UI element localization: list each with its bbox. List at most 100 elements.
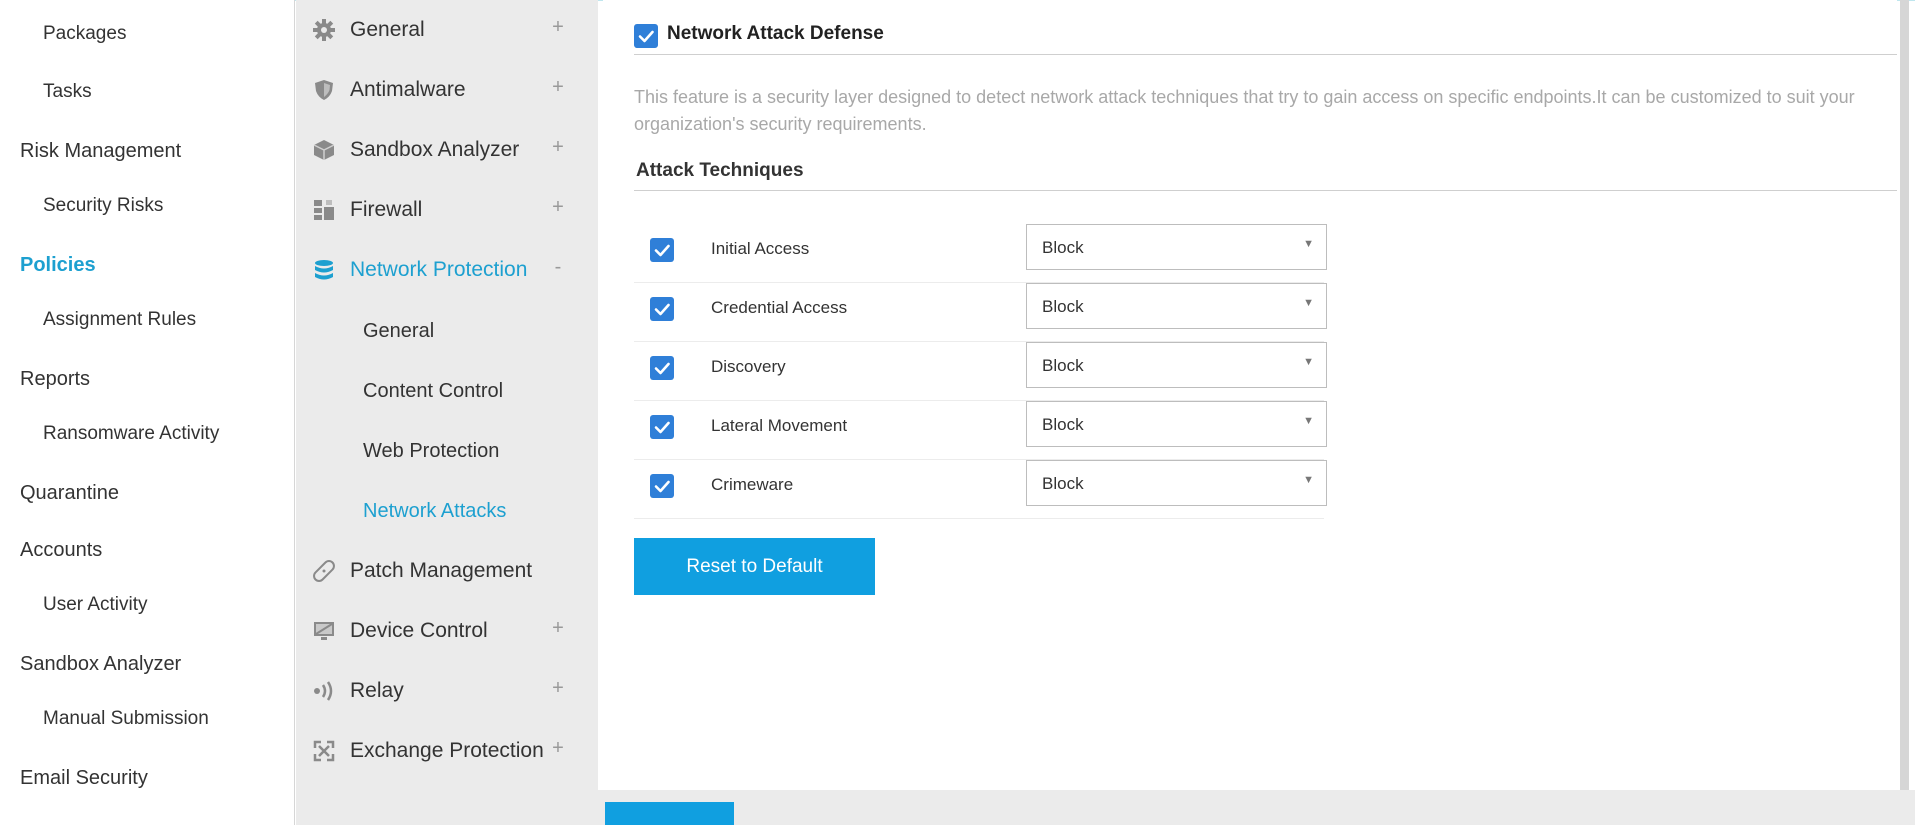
subsection-content-control[interactable]: Content Control: [363, 380, 503, 403]
expand-icon[interactable]: +: [549, 76, 567, 99]
technique-checkbox[interactable]: [650, 297, 674, 321]
select-value: Block: [1042, 238, 1084, 257]
section-label: Antimalware: [350, 78, 466, 101]
checkmark-icon: [634, 24, 658, 48]
technique-checkbox[interactable]: [650, 238, 674, 262]
subsection-network-attacks[interactable]: Network Attacks: [363, 500, 506, 523]
dropdown-arrow-icon: ▼: [1303, 415, 1314, 427]
nav-item-policies[interactable]: Policies: [20, 254, 96, 277]
technique-checkbox[interactable]: [650, 474, 674, 498]
firewall-icon: [313, 199, 335, 221]
broadcast-icon: [313, 680, 335, 702]
technique-row: Credential Access Block ▼: [634, 283, 1327, 342]
subsection-general[interactable]: General: [363, 320, 434, 343]
section-sandbox-analyzer[interactable]: Sandbox Analyzer +: [296, 128, 584, 172]
expand-icon[interactable]: +: [549, 737, 567, 760]
expand-icon[interactable]: +: [549, 136, 567, 159]
nav-item-sandbox-analyzer[interactable]: Sandbox Analyzer: [20, 653, 181, 676]
section-relay[interactable]: Relay +: [296, 669, 584, 713]
bandage-icon: [313, 560, 335, 582]
save-button[interactable]: [605, 802, 734, 825]
nav-item-tasks[interactable]: Tasks: [43, 81, 92, 103]
section-antimalware[interactable]: Antimalware +: [296, 68, 584, 112]
divider: [634, 190, 1897, 191]
section-exchange-protection[interactable]: Exchange Protection +: [296, 729, 584, 773]
nav-item-quarantine[interactable]: Quarantine: [20, 482, 119, 505]
select-value: Block: [1042, 356, 1084, 375]
technique-name: Crimeware: [711, 475, 794, 494]
technique-name: Lateral Movement: [711, 416, 848, 435]
technique-checkbox[interactable]: [650, 356, 674, 380]
expand-icon[interactable]: +: [549, 617, 567, 640]
select-value: Block: [1042, 474, 1084, 493]
section-label: General: [350, 18, 425, 41]
monitor-icon: [313, 620, 335, 642]
select-value: Block: [1042, 297, 1084, 316]
subsection-web-protection[interactable]: Web Protection: [363, 440, 499, 463]
dropdown-arrow-icon: ▼: [1303, 297, 1314, 309]
technique-action-select[interactable]: Block ▼: [1026, 401, 1327, 447]
section-general[interactable]: General +: [296, 8, 584, 52]
checkmark-icon: [650, 356, 674, 380]
section-title: Network Attack Defense: [667, 23, 884, 44]
feature-description: This feature is a security layer designe…: [634, 87, 1855, 134]
collapse-icon[interactable]: -: [549, 256, 567, 279]
select-value: Block: [1042, 415, 1084, 434]
technique-row: Lateral Movement Block ▼: [634, 401, 1327, 460]
gear-icon: [313, 19, 335, 41]
technique-name: Initial Access: [711, 239, 810, 258]
section-label: Exchange Protection: [350, 739, 544, 762]
exchange-icon: [313, 740, 335, 762]
checkmark-icon: [650, 297, 674, 321]
database-icon: [313, 259, 335, 281]
dropdown-arrow-icon: ▼: [1303, 474, 1314, 486]
technique-checkbox[interactable]: [650, 415, 674, 439]
expand-icon[interactable]: +: [549, 677, 567, 700]
technique-row: Crimeware Block ▼: [634, 460, 1327, 519]
shield-icon: [313, 79, 335, 101]
checkmark-icon: [650, 238, 674, 262]
policy-sections-panel: General + Antimalware + Sandbox Analyzer…: [296, 0, 598, 825]
section-label: Patch Management: [350, 559, 533, 582]
nav-item-risk-management[interactable]: Risk Management: [20, 140, 181, 163]
section-device-control[interactable]: Device Control +: [296, 609, 584, 653]
technique-row: Initial Access Block ▼: [634, 224, 1327, 283]
nav-item-packages[interactable]: Packages: [43, 23, 126, 45]
content-panel: Network Attack Defense This feature is a…: [603, 0, 1897, 790]
nav-item-user-activity[interactable]: User Activity: [43, 594, 148, 616]
nav-item-security-risks[interactable]: Security Risks: [43, 195, 163, 217]
technique-action-select[interactable]: Block ▼: [1026, 224, 1327, 270]
section-label: Firewall: [350, 198, 423, 221]
footer-bar: [597, 790, 1915, 825]
section-firewall[interactable]: Firewall +: [296, 188, 584, 232]
dropdown-arrow-icon: ▼: [1303, 356, 1314, 368]
network-attack-defense-checkbox[interactable]: [634, 24, 658, 48]
technique-name: Discovery: [711, 357, 786, 376]
technique-action-select[interactable]: Block ▼: [1026, 342, 1327, 388]
section-label: Device Control: [350, 619, 488, 642]
nav-item-accounts[interactable]: Accounts: [20, 539, 102, 562]
section-patch-management[interactable]: Patch Management: [296, 549, 584, 593]
checkmark-icon: [650, 415, 674, 439]
section-label: Sandbox Analyzer: [350, 138, 520, 161]
technique-row: Discovery Block ▼: [634, 342, 1327, 401]
nav-item-reports[interactable]: Reports: [20, 368, 90, 391]
expand-icon[interactable]: +: [549, 196, 567, 219]
technique-action-select[interactable]: Block ▼: [1026, 283, 1327, 329]
checkmark-icon: [650, 474, 674, 498]
content-scrollbar[interactable]: [1900, 0, 1909, 800]
section-label: Network Protection: [350, 258, 528, 281]
nav-item-manual-submission[interactable]: Manual Submission: [43, 708, 209, 730]
nav-item-ransomware-activity[interactable]: Ransomware Activity: [43, 423, 219, 445]
reset-to-default-button[interactable]: Reset to Default: [634, 538, 875, 595]
cube-icon: [313, 139, 335, 161]
nav-item-email-security[interactable]: Email Security: [20, 767, 148, 790]
divider: [634, 54, 1897, 55]
dropdown-arrow-icon: ▼: [1303, 238, 1314, 250]
nav-item-assignment-rules[interactable]: Assignment Rules: [43, 309, 196, 331]
main-navigation: Packages Tasks Risk Management Security …: [0, 0, 295, 825]
section-network-protection[interactable]: Network Protection -: [296, 248, 584, 292]
technique-action-select[interactable]: Block ▼: [1026, 460, 1327, 506]
section-label: Relay: [350, 679, 404, 702]
expand-icon[interactable]: +: [549, 16, 567, 39]
